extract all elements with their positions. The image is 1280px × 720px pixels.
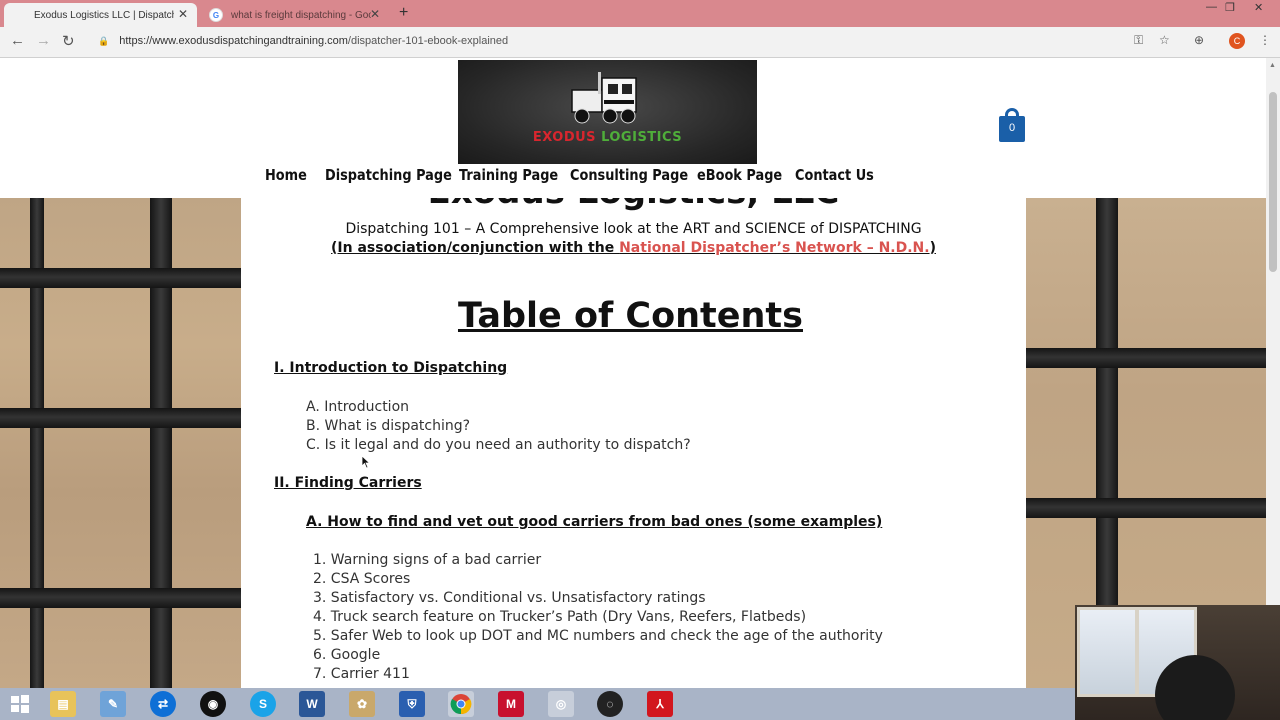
- file-explorer-icon[interactable]: ▤: [50, 691, 76, 717]
- web-page: EXODUS LOGISTICS 0 Home Dispatching Page…: [0, 58, 1266, 688]
- window-close-icon[interactable]: ✕: [1254, 1, 1263, 14]
- nav-contact-us[interactable]: Contact Us: [795, 166, 874, 184]
- shopping-cart-button[interactable]: 0: [999, 108, 1025, 142]
- list-item: 4. Truck search feature on Trucker’s Pat…: [313, 609, 807, 625]
- mouse-cursor-icon: [361, 455, 371, 469]
- close-icon[interactable]: ✕: [370, 7, 380, 21]
- association-suffix: ): [929, 240, 936, 256]
- background-books-left: [0, 198, 241, 688]
- word-icon[interactable]: W: [299, 691, 325, 717]
- skype-icon[interactable]: S: [250, 691, 276, 717]
- list-item: 5. Safer Web to look up DOT and MC numbe…: [313, 628, 883, 644]
- acrobat-icon[interactable]: ⅄: [647, 691, 673, 717]
- list-item: 6. Google: [313, 647, 381, 663]
- browser-toolbar: ← → ↻ 🔒 https://www.exodusdispatchingand…: [0, 27, 1280, 58]
- new-tab-button[interactable]: +: [399, 4, 408, 22]
- windows-start-icon[interactable]: [7, 691, 33, 717]
- site-logo[interactable]: EXODUS LOGISTICS: [458, 60, 757, 164]
- logo-word-2: LOGISTICS: [601, 130, 683, 145]
- list-item: 3. Satisfactory vs. Conditional vs. Unsa…: [313, 590, 706, 606]
- section-heading: II. Finding Carriers: [274, 475, 422, 491]
- notepad-icon[interactable]: ✎: [100, 691, 126, 717]
- main-navigation: Home Dispatching Page Training Page Cons…: [0, 166, 1266, 192]
- camera-icon[interactable]: ◎: [548, 691, 574, 717]
- reload-icon[interactable]: ↻: [62, 32, 75, 50]
- profile-avatar[interactable]: C: [1229, 33, 1245, 49]
- key-icon[interactable]: ⚿: [1134, 33, 1143, 48]
- association-line: (In association/conjunction with the Nat…: [241, 240, 1026, 256]
- minimize-icon[interactable]: —: [1206, 1, 1217, 13]
- tab-exodus[interactable]: Exodus Logistics LLC | Dispatcher ✕: [4, 3, 197, 27]
- tab-title: what is freight dispatching - Goo: [231, 9, 371, 21]
- subsection-heading: A. How to find and vet out good carriers…: [306, 514, 883, 530]
- article-subtitle: Dispatching 101 – A Comprehensive look a…: [345, 221, 922, 237]
- address-bar[interactable]: 🔒 https://www.exodusdispatchingandtraini…: [88, 30, 1188, 52]
- list-item: 7. Carrier 411: [313, 666, 410, 682]
- section-heading: I. Introduction to Dispatching: [274, 360, 508, 376]
- obs-icon[interactable]: ◌: [597, 691, 623, 717]
- bookmark-star-icon[interactable]: ☆: [1159, 33, 1170, 47]
- list-item: A. Introduction: [306, 399, 410, 415]
- media-player-icon[interactable]: ◉: [200, 691, 226, 717]
- close-icon[interactable]: ✕: [178, 7, 188, 21]
- google-icon: G: [209, 8, 223, 22]
- article-content: Exodus Logistics, LLC Dispatching 101 – …: [241, 198, 1026, 688]
- mcafee-icon[interactable]: M: [498, 691, 524, 717]
- association-prefix: (In association/conjunction with the: [331, 240, 620, 256]
- webcam-overlay: [1075, 605, 1280, 720]
- list-item: B. What is dispatching?: [306, 418, 471, 434]
- cart-count: 0: [1008, 122, 1016, 134]
- truck-icon: [571, 72, 637, 124]
- logo-word-1: EXODUS: [532, 130, 597, 145]
- page-scrollbar[interactable]: ▲: [1266, 58, 1280, 688]
- tab-google-search[interactable]: G what is freight dispatching - Goo ✕: [199, 3, 389, 27]
- restore-icon[interactable]: ❐: [1225, 1, 1235, 14]
- back-icon[interactable]: ←: [10, 32, 25, 49]
- ndn-link[interactable]: National Dispatcher’s Network – N.D.N.: [619, 240, 929, 256]
- site-title: Exodus Logistics, LLC: [241, 198, 1026, 212]
- lock-icon: 🔒: [98, 35, 110, 46]
- nav-consulting-page[interactable]: Consulting Page: [570, 166, 688, 184]
- forward-icon[interactable]: →: [36, 32, 51, 49]
- security-shield-icon[interactable]: ⛨: [399, 691, 425, 717]
- url-domain: https://www.exodusdispatchingandtraining…: [119, 35, 348, 47]
- list-item: 2. CSA Scores: [313, 571, 411, 587]
- chrome-icon[interactable]: [448, 691, 474, 717]
- nav-dispatching-page[interactable]: Dispatching Page: [325, 166, 452, 184]
- teamviewer-icon[interactable]: ⇄: [150, 691, 176, 717]
- nav-home[interactable]: Home: [265, 166, 307, 184]
- list-item: 1. Warning signs of a bad carrier: [313, 552, 542, 568]
- scroll-up-icon[interactable]: ▲: [1269, 62, 1276, 69]
- paint-icon[interactable]: ✿: [349, 691, 375, 717]
- nav-training-page[interactable]: Training Page: [459, 166, 558, 184]
- tab-strip: Exodus Logistics LLC | Dispatcher ✕ G wh…: [0, 0, 1280, 27]
- toc-heading: Table of Contents: [457, 296, 803, 336]
- nav-ebook-page[interactable]: eBook Page: [697, 166, 782, 184]
- extension-icon[interactable]: ⊕: [1194, 33, 1204, 47]
- menu-kebab-icon[interactable]: ⋮: [1259, 33, 1271, 47]
- scroll-thumb[interactable]: [1269, 92, 1277, 272]
- list-item: C. Is it legal and do you need an author…: [306, 437, 691, 453]
- tab-title: Exodus Logistics LLC | Dispatcher: [34, 9, 174, 21]
- webcam-person: [1155, 655, 1235, 720]
- logo-wordmark: EXODUS LOGISTICS: [458, 130, 757, 145]
- url-path: /dispatcher-101-ebook-explained: [347, 35, 509, 47]
